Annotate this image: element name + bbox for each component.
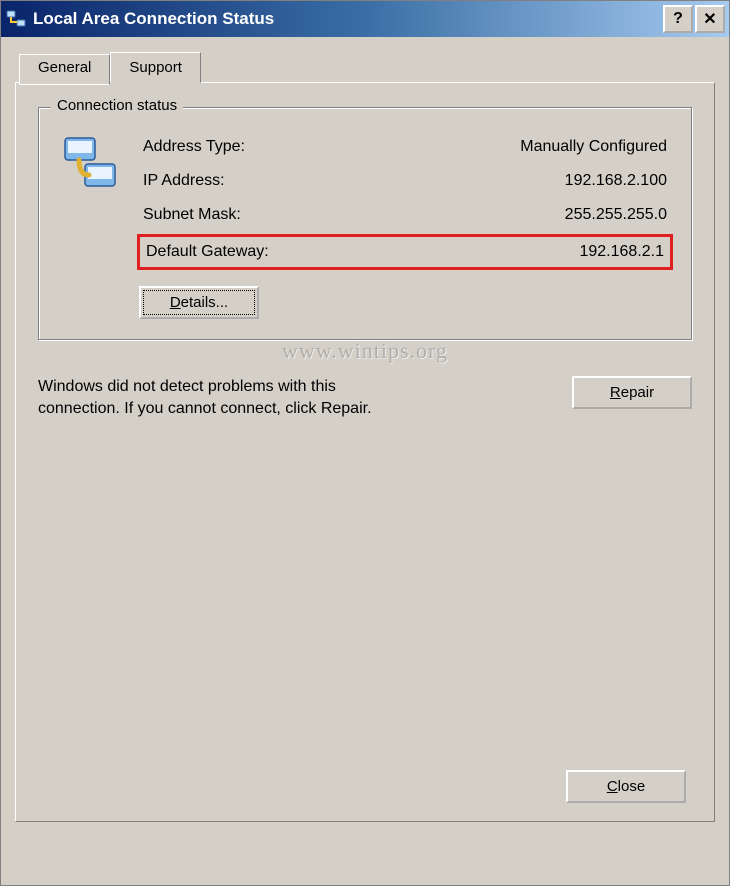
tab-general[interactable]: General <box>19 54 110 85</box>
watermark-text: www.wintips.org <box>38 338 692 364</box>
details-button[interactable]: Details... <box>139 286 259 319</box>
tab-panel-support: Connection status Address Ty <box>15 82 715 822</box>
titlebar: Local Area Connection Status ? ✕ <box>1 1 729 37</box>
address-type-label: Address Type: <box>143 138 245 156</box>
ip-address-label: IP Address: <box>143 172 225 190</box>
ip-address-value: 192.168.2.100 <box>565 172 667 190</box>
tab-support[interactable]: Support <box>110 52 201 83</box>
row-subnet-mask: Subnet Mask: 255.255.255.0 <box>139 198 671 232</box>
row-ip-address: IP Address: 192.168.2.100 <box>139 164 671 198</box>
window-title: Local Area Connection Status <box>33 9 663 29</box>
default-gateway-label: Default Gateway: <box>146 243 269 261</box>
dialog-window: Local Area Connection Status ? ✕ General… <box>0 0 730 886</box>
repair-button[interactable]: Repair <box>572 376 692 409</box>
connection-status-group: Connection status Address Ty <box>38 107 692 340</box>
repair-help-text: Windows did not detect problems with thi… <box>38 376 398 421</box>
connection-icon <box>59 130 123 194</box>
close-button[interactable]: ✕ <box>695 5 725 33</box>
address-type-value: Manually Configured <box>520 138 667 156</box>
help-button[interactable]: ? <box>663 5 693 33</box>
network-icon <box>5 8 27 30</box>
subnet-mask-label: Subnet Mask: <box>143 206 241 224</box>
status-rows: Address Type: Manually Configured IP Add… <box>139 130 671 272</box>
subnet-mask-value: 255.255.255.0 <box>565 206 667 224</box>
group-legend: Connection status <box>51 97 183 114</box>
tab-strip: General Support <box>19 51 715 82</box>
row-address-type: Address Type: Manually Configured <box>139 130 671 164</box>
client-area: General Support Connection status <box>1 37 729 885</box>
default-gateway-value: 192.168.2.1 <box>579 243 664 261</box>
row-default-gateway-highlighted: Default Gateway: 192.168.2.1 <box>137 234 673 270</box>
close-dialog-button[interactable]: Close <box>566 770 686 803</box>
